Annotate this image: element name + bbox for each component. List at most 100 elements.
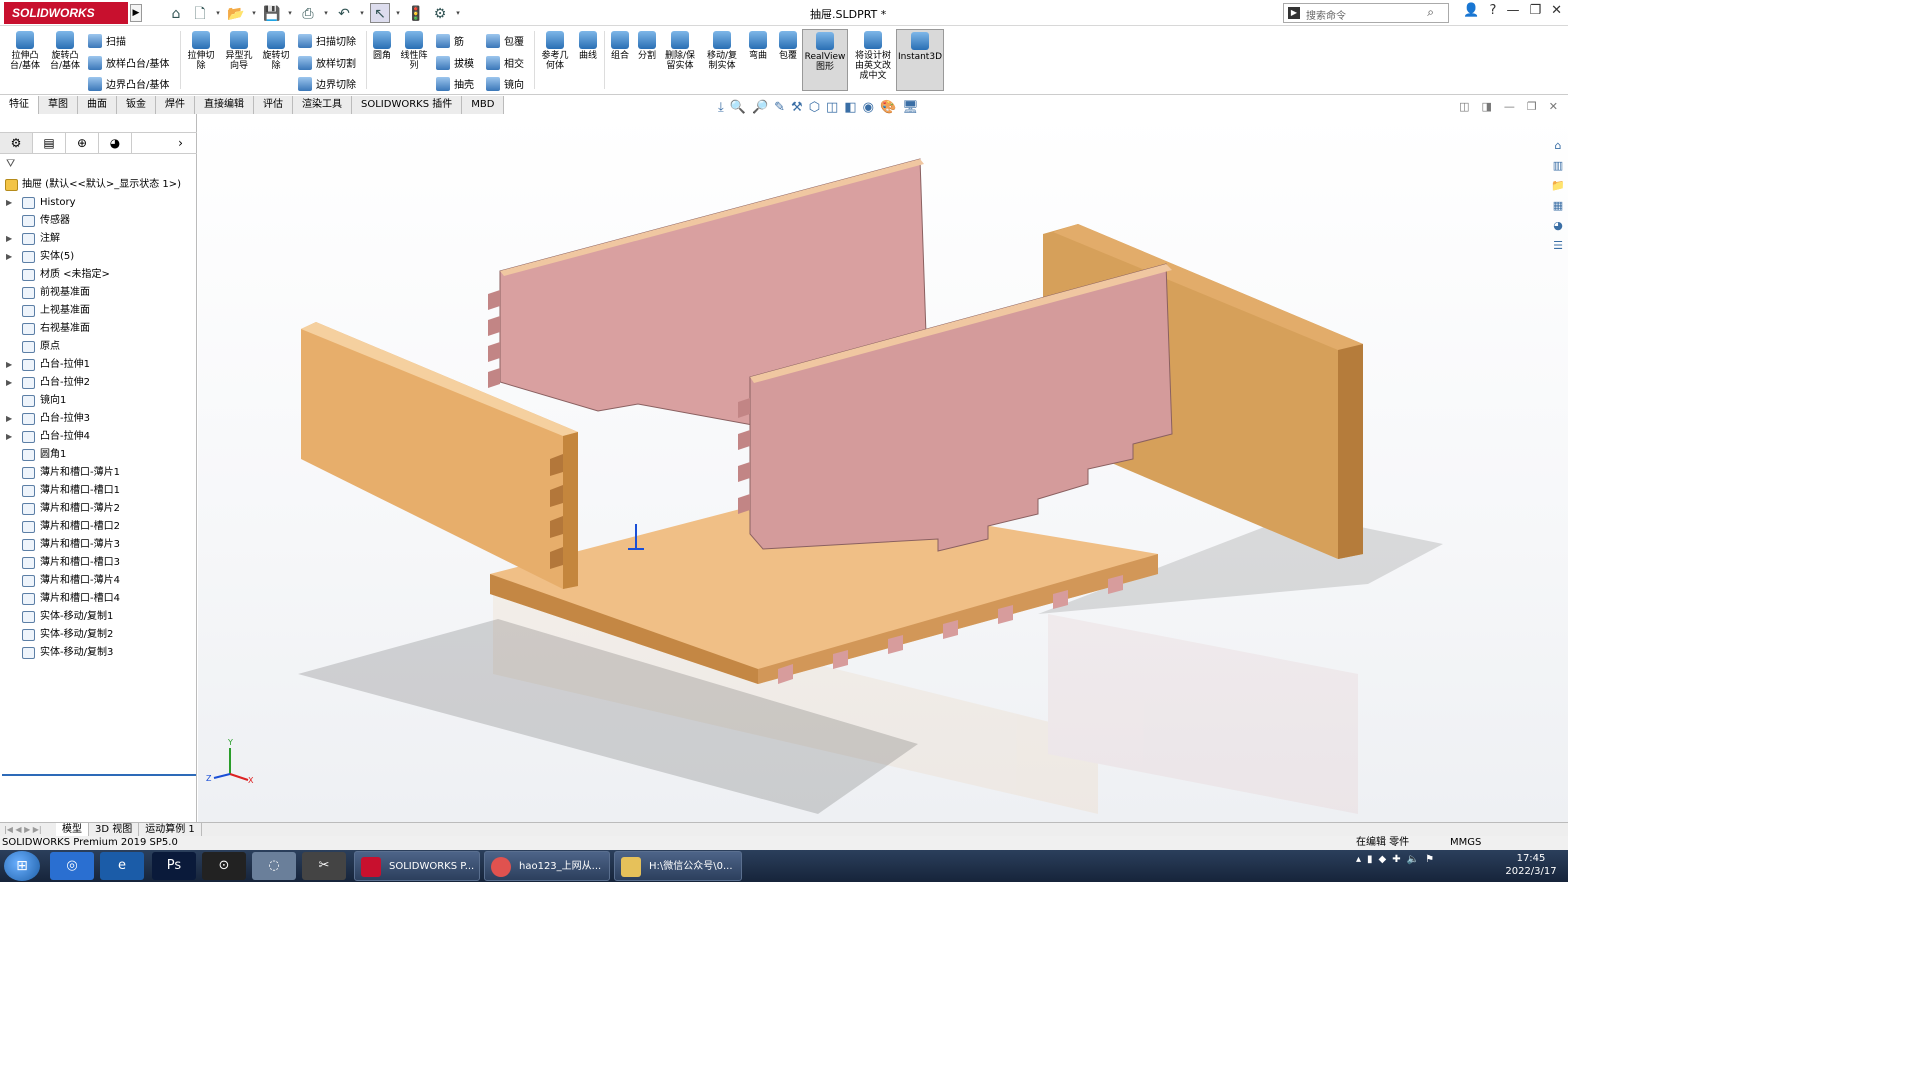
section-view-icon[interactable]: ✎: [774, 100, 785, 115]
tab-surfaces[interactable]: 曲面: [78, 96, 117, 114]
expand-arrow-icon[interactable]: ▶: [6, 230, 12, 248]
tab-sketch[interactable]: 草图: [39, 96, 78, 114]
select-dropdown-icon[interactable]: ▾: [394, 9, 402, 17]
restore-icon[interactable]: ❐: [1529, 3, 1541, 18]
flex-button[interactable]: 弯曲: [746, 31, 770, 61]
curves-button[interactable]: 曲线: [576, 31, 600, 61]
solidworks-logo[interactable]: SOLIDWORKS: [4, 2, 128, 24]
view-orientation-icon[interactable]: ⬡: [809, 100, 820, 115]
expand-pane-icon[interactable]: ›: [164, 133, 197, 153]
tree-item-origin[interactable]: 原点: [0, 338, 197, 356]
undo-icon[interactable]: ↶: [334, 3, 354, 23]
options-gear-icon[interactable]: ⚙: [430, 3, 450, 23]
feature-manager-tab-icon[interactable]: ⚙: [0, 133, 33, 153]
graphics-area[interactable]: Y X Z: [198, 114, 1568, 822]
search-icon[interactable]: ⌕: [1427, 5, 1434, 20]
solidworks-resources-icon[interactable]: ⌂: [1550, 138, 1566, 154]
tree-item-extrude1[interactable]: ▶ 凸台-拉伸1: [0, 356, 197, 374]
tree-item-tab4[interactable]: 薄片和槽口-薄片4: [0, 572, 197, 590]
search-input[interactable]: 搜索命令: [1306, 7, 1346, 22]
pinned-app-icon[interactable]: ◎: [50, 852, 94, 880]
print-dropdown-icon[interactable]: ▾: [322, 9, 330, 17]
previous-view-icon[interactable]: 🔎: [752, 100, 768, 115]
user-icon[interactable]: 👤: [1463, 3, 1479, 18]
display-manager-tab-icon[interactable]: ◕: [99, 133, 132, 153]
search-commands-box[interactable]: ▶ 搜索命令 ⌕: [1283, 3, 1449, 23]
loft-cut-button[interactable]: 放样切割: [298, 55, 356, 70]
reference-geometry-button[interactable]: 参考几 何体: [538, 31, 572, 71]
property-manager-tab-icon[interactable]: ▤: [33, 133, 66, 153]
draft-button[interactable]: 拔模: [436, 55, 474, 70]
media-app-icon[interactable]: ◌: [252, 852, 296, 880]
viewport-restore-icon[interactable]: ❐: [1527, 100, 1537, 113]
split-button[interactable]: 分割: [635, 31, 659, 61]
custom-properties-icon[interactable]: ☰: [1550, 238, 1566, 254]
zoom-to-area-icon[interactable]: 🔍: [730, 100, 746, 115]
boundary-cut-button[interactable]: 边界切除: [298, 76, 356, 91]
sweep-button[interactable]: 扫描: [88, 33, 126, 48]
tree-item-tab1[interactable]: 薄片和槽口-薄片1: [0, 464, 197, 482]
tree-item-right-plane[interactable]: 右视基准面: [0, 320, 197, 338]
loft-boss-button[interactable]: 放样凸台/基体: [88, 55, 169, 70]
intersect-button[interactable]: 相交: [486, 55, 524, 70]
shell-button[interactable]: 抽壳: [436, 76, 474, 91]
revolve-cut-button[interactable]: 旋转切 除: [259, 31, 293, 71]
tree-item-top-plane[interactable]: 上视基准面: [0, 302, 197, 320]
open-icon[interactable]: 📂: [226, 3, 246, 23]
apply-scene-icon[interactable]: 🎨: [880, 100, 896, 115]
tree-item-move-copy1[interactable]: 实体-移动/复制1: [0, 608, 197, 626]
ie-browser-icon[interactable]: e: [100, 852, 144, 880]
tab-sheet-metal[interactable]: 钣金: [117, 96, 156, 114]
tree-item-slot3[interactable]: 薄片和槽口-槽口3: [0, 554, 197, 572]
tree-item-front-plane[interactable]: 前视基准面: [0, 284, 197, 302]
hide-show-items-icon[interactable]: ◧: [844, 100, 856, 115]
expand-arrow-icon[interactable]: ▶: [6, 194, 12, 212]
print-icon[interactable]: ⎙: [298, 3, 318, 23]
security-icon[interactable]: ◆: [1379, 854, 1387, 865]
tree-item-history[interactable]: ▶ History: [0, 194, 197, 212]
wrap-feature-button[interactable]: 包覆: [776, 31, 800, 61]
instant3d-button[interactable]: Instant3D: [896, 29, 944, 91]
expand-arrow-icon[interactable]: ▶: [6, 374, 12, 392]
rebuild-icon[interactable]: 🚦: [406, 3, 426, 23]
boundary-boss-button[interactable]: 边界凸台/基体: [88, 76, 169, 91]
tree-item-fillet1[interactable]: 圆角1: [0, 446, 197, 464]
design-library-icon[interactable]: ▥: [1550, 158, 1566, 174]
tab-solidworks-addins[interactable]: SOLIDWORKS 插件: [352, 96, 463, 114]
extrude-cut-button[interactable]: 拉伸切 除: [184, 31, 218, 71]
unit-system[interactable]: MMGS: [1450, 836, 1481, 850]
move-copy-body-button[interactable]: 移动/复 制实体: [704, 31, 740, 71]
rollback-bar[interactable]: [2, 774, 196, 776]
tree-item-move-copy3[interactable]: 实体-移动/复制3: [0, 644, 197, 662]
tree-item-slot1[interactable]: 薄片和槽口-槽口1: [0, 482, 197, 500]
tree-item-tab2[interactable]: 薄片和槽口-薄片2: [0, 500, 197, 518]
tray-expand-icon[interactable]: ▴: [1356, 854, 1361, 865]
viewport-minimize-icon[interactable]: —: [1504, 100, 1515, 113]
select-pointer-icon[interactable]: ↖: [370, 3, 390, 23]
tree-item-extrude4[interactable]: ▶ 凸台-拉伸4: [0, 428, 197, 446]
expand-arrow-icon[interactable]: ▶: [6, 428, 12, 446]
expand-arrow-icon[interactable]: ▶: [6, 356, 12, 374]
task-browser[interactable]: hao123_上网从...: [484, 851, 610, 881]
viewport-prev-icon[interactable]: ◫: [1459, 100, 1469, 113]
tree-item-tab3[interactable]: 薄片和槽口-薄片3: [0, 536, 197, 554]
tree-item-slot2[interactable]: 薄片和槽口-槽口2: [0, 518, 197, 536]
delete-keep-body-button[interactable]: 删除/保 留实体: [662, 31, 698, 71]
menu-expand-arrow[interactable]: ▶: [130, 4, 142, 22]
new-document-icon[interactable]: 🗋: [190, 3, 210, 23]
undo-dropdown-icon[interactable]: ▾: [358, 9, 366, 17]
close-icon[interactable]: ✕: [1551, 3, 1562, 18]
antivirus-icon[interactable]: ✚: [1392, 854, 1400, 865]
tab-render-tools[interactable]: 渲染工具: [293, 96, 352, 114]
revolve-boss-button[interactable]: 旋转凸 台/基体: [48, 31, 82, 71]
appearances-icon[interactable]: ◕: [1550, 218, 1566, 234]
edit-appearance-icon[interactable]: ◉: [863, 100, 874, 115]
extrude-boss-button[interactable]: 拉伸凸 台/基体: [8, 31, 42, 71]
volume-icon[interactable]: 🔈: [1407, 854, 1419, 865]
save-icon[interactable]: 💾: [262, 3, 282, 23]
tree-item-material[interactable]: 材质 <未指定>: [0, 266, 197, 284]
view-triad[interactable]: Y X Z: [206, 738, 256, 792]
tree-item-mirror1[interactable]: 镜向1: [0, 392, 197, 410]
tab-evaluate[interactable]: 评估: [254, 96, 293, 114]
view-palette-icon[interactable]: ▦: [1550, 198, 1566, 214]
